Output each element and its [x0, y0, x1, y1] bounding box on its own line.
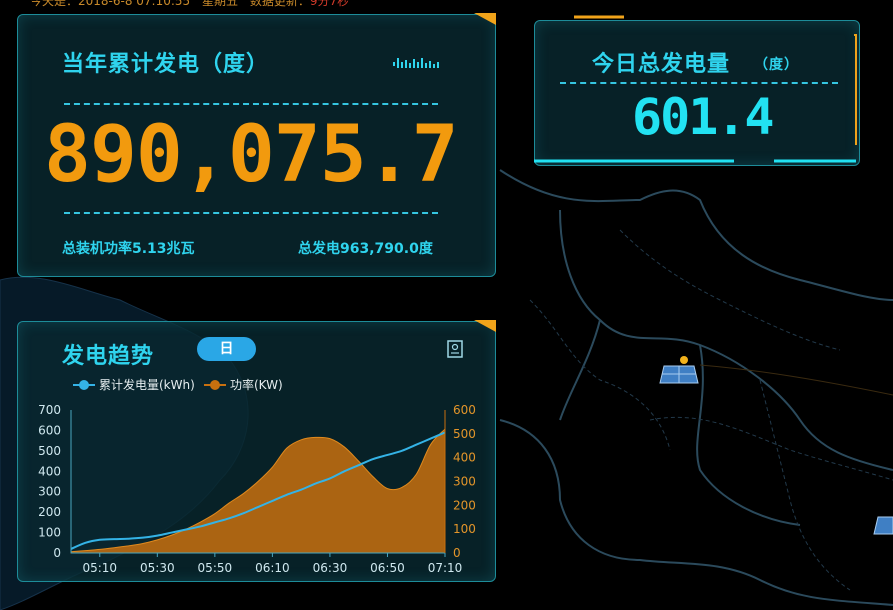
x-tick-label: 05:50: [198, 561, 233, 575]
solar-panel-icon[interactable]: [873, 516, 893, 535]
y-left-tick-label: 700: [38, 403, 61, 417]
status-bar: 今天是：2018-6-8 07:10:55 星期五 数据更新：9分7秒: [30, 0, 349, 9]
today-unit: （度）: [754, 57, 799, 73]
y-right-tick-label: 400: [453, 451, 476, 465]
y-right-tick-label: 300: [453, 475, 476, 489]
divider: [64, 212, 438, 214]
sound-wave-icon: [393, 58, 439, 68]
y-left-tick-label: 300: [38, 485, 61, 499]
y-left-tick-label: 500: [38, 444, 61, 458]
y-left-tick-label: 100: [38, 526, 61, 540]
y-right-tick-label: 0: [453, 546, 461, 560]
x-tick-label: 06:10: [255, 561, 290, 575]
divider: [560, 82, 838, 84]
date-text: 今天是：2018-6-8 07:10:55: [30, 0, 191, 8]
update-value: 9分7秒: [309, 0, 350, 8]
weekday-text: 星期五: [202, 0, 239, 8]
y-left-tick-label: 0: [53, 546, 61, 560]
y-right-tick-label: 600: [453, 403, 476, 417]
x-tick-label: 07:10: [428, 561, 463, 575]
today-value: 601.4: [632, 88, 775, 146]
x-tick-label: 05:10: [82, 561, 117, 575]
y-left-tick-label: 600: [38, 423, 61, 437]
y-left-tick-label: 200: [38, 505, 61, 519]
x-tick-label: 06:30: [313, 561, 348, 575]
total-generation: 总发电963,790.0度: [298, 241, 433, 257]
y-right-tick-label: 100: [453, 522, 476, 536]
divider: [64, 103, 438, 105]
annual-value: 890,075.7: [44, 110, 459, 200]
installed-capacity: 总装机功率5.13兆瓦: [62, 241, 195, 257]
x-tick-label: 05:30: [140, 561, 175, 575]
power-area: [70, 427, 446, 554]
corner-accent: [474, 13, 496, 25]
solar-panel-icon[interactable]: [659, 356, 699, 384]
y-left-tick-label: 400: [38, 464, 61, 478]
update-label: 数据更新：: [249, 0, 310, 8]
x-tick-label: 06:50: [370, 561, 405, 575]
y-right-tick-label: 500: [453, 427, 476, 441]
trend-chart: 0 100 200 300 400 500 600 700 0 100 200 300 400 500 60…: [38, 403, 476, 575]
today-title: 今日总发电量: [592, 52, 731, 77]
annual-title: 当年累计发电（度）: [62, 52, 270, 77]
y-right-tick-label: 200: [453, 498, 476, 512]
